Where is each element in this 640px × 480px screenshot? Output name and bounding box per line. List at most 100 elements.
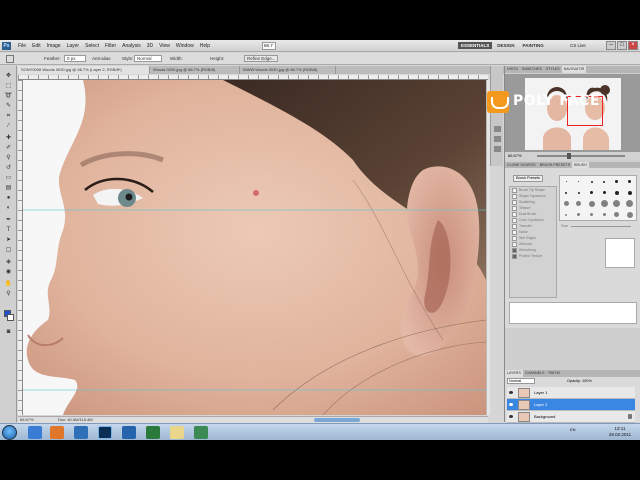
start-button[interactable] [2, 425, 17, 440]
brush-tip[interactable] [573, 187, 586, 198]
style-select[interactable]: Normal [134, 55, 162, 62]
minimize-button[interactable]: – [606, 41, 616, 50]
layer-row[interactable]: Background [507, 411, 635, 423]
layer-row[interactable]: Layer 2 [507, 399, 635, 411]
brush-tip[interactable] [623, 176, 636, 187]
gradient-tool-icon[interactable]: ▤ [3, 184, 14, 192]
navigator-zoom-value[interactable]: 66.67% [508, 153, 522, 158]
menu-window[interactable]: Window [176, 43, 194, 49]
language-indicator[interactable]: EN [570, 427, 576, 432]
navigator-zoom-slider[interactable] [537, 153, 625, 159]
brush-size-slider[interactable] [571, 226, 631, 227]
history-brush-tool-icon[interactable]: ↺ [3, 164, 14, 172]
maximize-button[interactable]: □ [617, 41, 627, 50]
brush-tip[interactable] [585, 198, 598, 209]
menu-layer[interactable]: Layer [67, 43, 80, 49]
opacity-control[interactable]: Opacity: 100% [567, 377, 592, 385]
firefox-taskbar-icon[interactable] [50, 426, 64, 439]
marquee-tool-icon[interactable] [6, 55, 14, 63]
zoom-tool-icon[interactable]: ⚲ [3, 290, 14, 298]
info-panel-icon[interactable] [494, 146, 501, 152]
refine-edge-button[interactable]: Refine Edge... [244, 55, 278, 62]
eye-icon[interactable] [509, 391, 513, 394]
explorer-taskbar-icon[interactable] [170, 426, 184, 439]
brush-tip[interactable] [611, 209, 624, 220]
3d-tool-icon[interactable]: ◈ [3, 258, 14, 266]
path-select-tool-icon[interactable]: ➤ [3, 236, 14, 244]
brush-tip[interactable] [560, 176, 573, 187]
brush-tip[interactable] [560, 209, 573, 220]
zoom-level-field[interactable]: 66.7 [262, 42, 276, 50]
brush-tip[interactable] [611, 198, 624, 209]
actions-panel-icon[interactable] [494, 136, 501, 142]
brush-tip[interactable] [573, 198, 586, 209]
brush-presets-button[interactable]: Brush Presets [513, 175, 543, 182]
dodge-tool-icon[interactable]: ◐ [3, 204, 14, 212]
workspace-design-button[interactable]: DESIGN [494, 42, 517, 49]
menu-file[interactable]: File [18, 43, 26, 49]
tab-styles[interactable]: STYLES [544, 66, 562, 73]
photoshop-taskbar-icon[interactable] [98, 426, 112, 439]
brush-tip[interactable] [598, 198, 611, 209]
ie-taskbar-icon[interactable] [28, 426, 42, 439]
blend-mode-select[interactable]: Normal [507, 378, 535, 384]
brush-tip[interactable] [598, 187, 611, 198]
3d-camera-tool-icon[interactable]: ◉ [3, 268, 14, 276]
brush-tip[interactable] [611, 176, 624, 187]
brush-option-checkbox[interactable]: Protect Texture [510, 253, 556, 259]
brush-tip[interactable] [573, 209, 586, 220]
brush-tip[interactable] [598, 176, 611, 187]
document-canvas[interactable] [23, 80, 486, 415]
menu-view[interactable]: View [159, 43, 170, 49]
workspace-painting-button[interactable]: PAINTING [520, 42, 547, 49]
cs-live-button[interactable]: CS Live [570, 43, 586, 48]
opacity-value[interactable]: 100% [582, 379, 592, 383]
tab-histogram[interactable]: HISTO [505, 66, 520, 73]
media-taskbar-icon[interactable] [74, 426, 88, 439]
quick-select-tool-icon[interactable]: ✎ [3, 102, 14, 110]
clone-stamp-tool-icon[interactable]: ⚲ [3, 154, 14, 162]
brush-tip[interactable] [585, 209, 598, 220]
word-taskbar-icon[interactable] [122, 426, 136, 439]
menu-edit[interactable]: Edit [32, 43, 41, 49]
hand-tool-icon[interactable]: ✋ [3, 280, 14, 288]
eraser-tool-icon[interactable]: ▭ [3, 174, 14, 182]
type-tool-icon[interactable]: T [3, 226, 14, 234]
marquee-tool-icon[interactable]: ⬚ [3, 82, 14, 90]
brush-tool-icon[interactable]: ✐ [3, 144, 14, 152]
history-panel-icon[interactable] [494, 126, 501, 132]
tab-swatches[interactable]: SWATCHES [520, 66, 544, 73]
doc-tab-3[interactable]: WWW.Woods 0030.jpg @ 66.7% (RGB/8) [240, 66, 336, 74]
blur-tool-icon[interactable]: ● [3, 194, 14, 202]
feather-input[interactable]: 0 px [64, 55, 86, 62]
brush-tip[interactable] [560, 187, 573, 198]
brush-tip[interactable] [598, 209, 611, 220]
brush-tip[interactable] [623, 198, 636, 209]
pen-tool-icon[interactable]: ✒ [3, 216, 14, 224]
brush-tip[interactable] [623, 187, 636, 198]
menu-3d[interactable]: 3D [147, 43, 153, 49]
quick-mask-icon[interactable]: ◙ [3, 328, 14, 336]
menu-image[interactable]: Image [47, 43, 61, 49]
doc-tab-1[interactable]: SONY0006 Woods 0030.jpg @ 66.7% (Layer 2… [18, 66, 150, 74]
background-color-swatch[interactable] [7, 314, 14, 321]
excel-taskbar-icon[interactable] [146, 426, 160, 439]
canvas-horizontal-scrollbar[interactable] [314, 418, 360, 422]
antialias-checkbox[interactable]: Anti-alias [92, 56, 111, 61]
menu-filter[interactable]: Filter [105, 43, 116, 49]
tab-paths[interactable]: PATHS [547, 370, 562, 377]
workspace-essentials-button[interactable]: ESSENTIALS [458, 42, 493, 49]
game-taskbar-icon[interactable] [194, 426, 208, 439]
brush-tip[interactable] [623, 209, 636, 220]
lasso-tool-icon[interactable]: ➰ [3, 92, 14, 100]
crop-tool-icon[interactable]: ⌗ [3, 112, 14, 120]
eye-icon[interactable] [509, 415, 513, 418]
menu-help[interactable]: Help [200, 43, 210, 49]
brush-tip[interactable] [560, 198, 573, 209]
menu-analysis[interactable]: Analysis [122, 43, 141, 49]
move-tool-icon[interactable]: ✥ [3, 72, 14, 80]
brush-tip[interactable] [585, 187, 598, 198]
healing-brush-tool-icon[interactable]: ✚ [3, 134, 14, 142]
eyedropper-tool-icon[interactable]: ⁄ [3, 122, 14, 130]
doc-tab-2[interactable]: Woods 0030.jpg @ 66.7% (RGB/8) [150, 66, 240, 74]
